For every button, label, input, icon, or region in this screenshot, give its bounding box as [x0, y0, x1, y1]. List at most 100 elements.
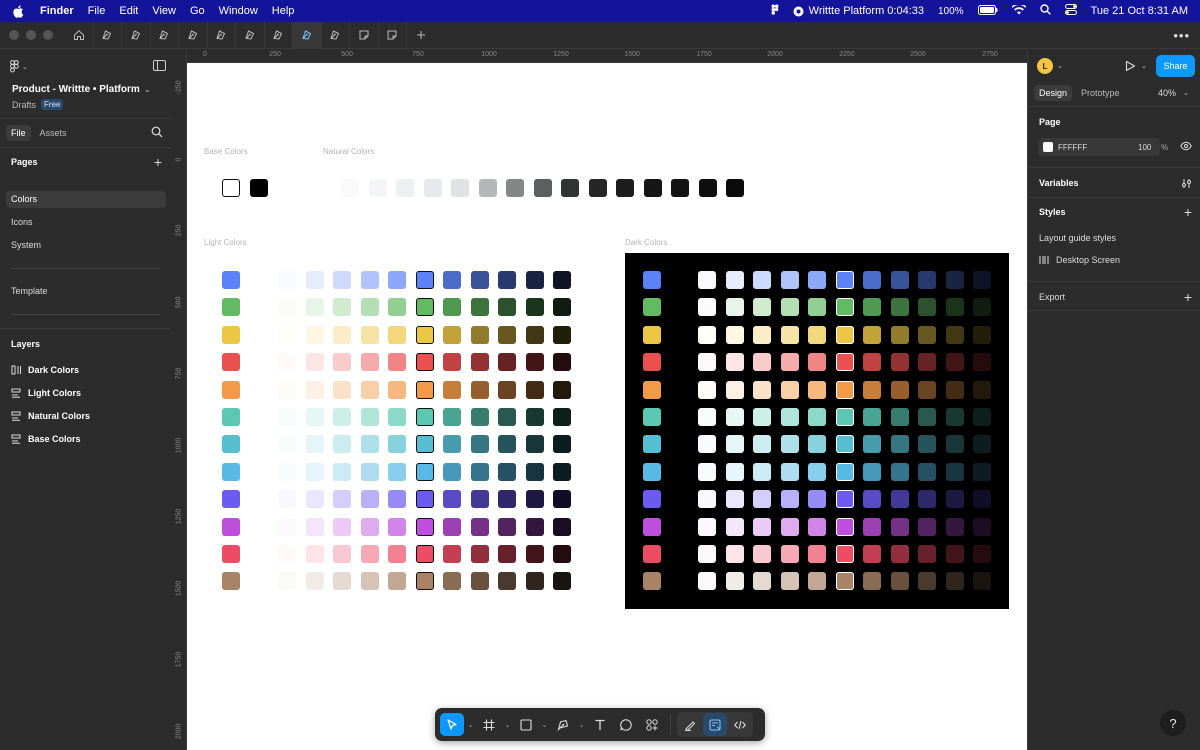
new-tab-button[interactable] [407, 22, 436, 49]
dark-shade-swatch[interactable] [945, 408, 964, 426]
light-shade-swatch[interactable] [360, 435, 379, 453]
dark-shade-swatch[interactable] [835, 298, 854, 316]
light-shade-swatch[interactable] [525, 490, 544, 508]
figjam-tab-1[interactable] [350, 21, 379, 49]
light-shade-swatch[interactable] [553, 353, 571, 371]
light-shade-swatch[interactable] [278, 298, 296, 316]
light-shade-swatch[interactable] [470, 271, 489, 289]
dark-shade-swatch[interactable] [725, 408, 744, 426]
light-shade-swatch[interactable] [415, 545, 434, 563]
light-key-swatch[interactable] [222, 271, 240, 289]
light-shade-swatch[interactable] [470, 572, 489, 590]
light-shade-swatch[interactable] [415, 271, 434, 289]
dark-shade-swatch[interactable] [835, 381, 854, 399]
dark-shade-swatch[interactable] [835, 326, 854, 344]
base-color-swatch[interactable] [222, 179, 240, 197]
light-shade-swatch[interactable] [553, 545, 571, 563]
light-shade-swatch[interactable] [443, 572, 461, 590]
light-key-swatch[interactable] [222, 326, 240, 344]
light-shade-swatch[interactable] [498, 490, 516, 508]
file-tab-4[interactable] [179, 21, 208, 49]
light-shade-swatch[interactable] [333, 271, 351, 289]
light-shade-swatch[interactable] [443, 518, 461, 536]
menu-window[interactable]: Window [219, 5, 258, 17]
dark-shade-swatch[interactable] [725, 518, 744, 536]
light-shade-swatch[interactable] [553, 381, 571, 399]
zoom-level[interactable]: 40% [1158, 88, 1176, 98]
light-shade-swatch[interactable] [360, 518, 379, 536]
light-shade-swatch[interactable] [553, 490, 571, 508]
dark-shade-swatch[interactable] [808, 326, 826, 344]
dark-shade-swatch[interactable] [890, 518, 909, 536]
natural-color-swatch[interactable] [588, 179, 607, 197]
natural-color-swatch[interactable] [423, 179, 442, 197]
light-shade-swatch[interactable] [525, 408, 544, 426]
dark-shade-swatch[interactable] [835, 353, 854, 371]
light-shade-swatch[interactable] [498, 518, 516, 536]
dev-mode-button[interactable] [728, 713, 752, 736]
color-swatch[interactable] [1043, 142, 1053, 152]
light-shade-swatch[interactable] [305, 463, 324, 481]
dark-shade-swatch[interactable] [780, 271, 799, 289]
dark-shade-swatch[interactable] [698, 326, 716, 344]
light-shade-swatch[interactable] [278, 490, 296, 508]
light-key-swatch[interactable] [222, 545, 240, 563]
light-shade-swatch[interactable] [415, 463, 434, 481]
light-shade-swatch[interactable] [525, 463, 544, 481]
dark-shade-swatch[interactable] [918, 326, 936, 344]
light-shade-swatch[interactable] [333, 353, 351, 371]
dark-shade-swatch[interactable] [835, 490, 854, 508]
avatar[interactable]: L [1037, 58, 1053, 74]
dark-shade-swatch[interactable] [725, 463, 744, 481]
dark-key-swatch[interactable] [643, 353, 661, 371]
light-shade-swatch[interactable] [470, 298, 489, 316]
light-shade-swatch[interactable] [388, 545, 406, 563]
light-shade-swatch[interactable] [498, 271, 516, 289]
page-item-icons[interactable]: Icons [6, 214, 166, 231]
add-page-icon[interactable]: + [154, 155, 162, 169]
natural-color-swatch[interactable] [341, 179, 359, 197]
light-key-swatch[interactable] [222, 572, 240, 590]
light-shade-swatch[interactable] [553, 408, 571, 426]
dark-shade-swatch[interactable] [698, 545, 716, 563]
dark-shade-swatch[interactable] [945, 298, 964, 316]
light-key-swatch[interactable] [222, 463, 240, 481]
dark-shade-swatch[interactable] [945, 381, 964, 399]
dark-shade-swatch[interactable] [918, 545, 936, 563]
light-shade-swatch[interactable] [333, 298, 351, 316]
more-options-icon[interactable]: ••• [1173, 28, 1190, 43]
file-tab-7[interactable] [265, 21, 293, 49]
light-shade-swatch[interactable] [525, 271, 544, 289]
dark-shade-swatch[interactable] [780, 408, 799, 426]
light-shade-swatch[interactable] [525, 518, 544, 536]
dark-shade-swatch[interactable] [945, 518, 964, 536]
comment-tool-button[interactable] [614, 713, 638, 736]
light-key-swatch[interactable] [222, 298, 240, 316]
dark-shade-swatch[interactable] [863, 353, 881, 371]
light-shade-swatch[interactable] [305, 435, 324, 453]
light-shade-swatch[interactable] [360, 298, 379, 316]
dark-shade-swatch[interactable] [835, 271, 854, 289]
natural-color-swatch[interactable] [506, 179, 524, 197]
light-shade-swatch[interactable] [388, 518, 406, 536]
frame-label-dark-colors[interactable]: Dark Colors [625, 238, 667, 247]
light-shade-swatch[interactable] [553, 572, 571, 590]
figjam-tab-2[interactable] [379, 21, 407, 49]
dark-key-swatch[interactable] [643, 572, 661, 590]
dark-shade-swatch[interactable] [698, 381, 716, 399]
dark-shade-swatch[interactable] [890, 381, 909, 399]
dark-shade-swatch[interactable] [890, 572, 909, 590]
zoom-window-button[interactable] [43, 30, 53, 40]
dark-shade-swatch[interactable] [973, 545, 991, 563]
dark-shade-swatch[interactable] [918, 381, 936, 399]
layer-base-colors[interactable]: Base Colors [11, 434, 81, 444]
actions-tool-button[interactable] [640, 713, 664, 736]
light-shade-swatch[interactable] [305, 298, 324, 316]
page-opacity-input[interactable]: 100 [1138, 143, 1151, 152]
dark-shade-swatch[interactable] [863, 572, 881, 590]
dark-shade-swatch[interactable] [753, 490, 771, 508]
light-shade-swatch[interactable] [278, 408, 296, 426]
natural-color-swatch[interactable] [396, 179, 414, 197]
menu-go[interactable]: Go [190, 5, 205, 17]
frame-label-light-colors[interactable]: Light Colors [204, 238, 247, 247]
